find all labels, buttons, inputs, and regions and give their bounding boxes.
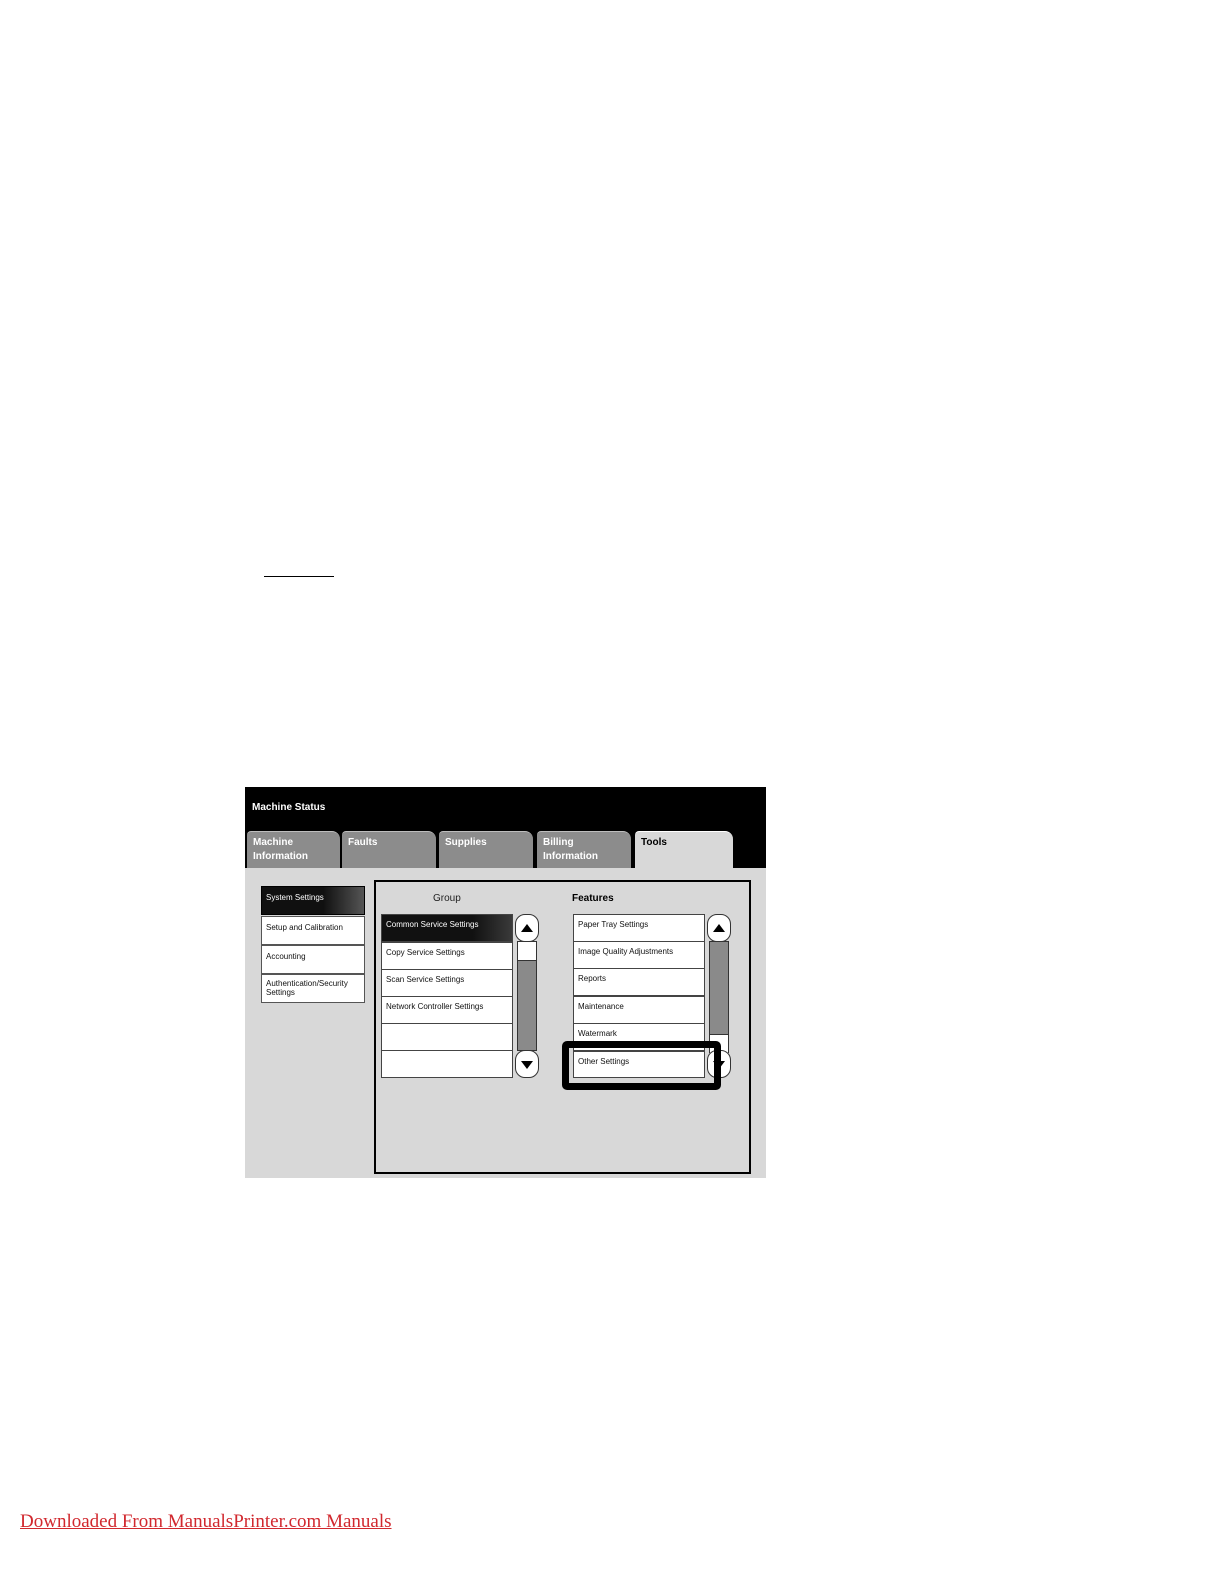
group-heading: Group — [433, 893, 461, 904]
feature-item-other-settings[interactable]: Other Settings — [573, 1051, 705, 1078]
screen-title: Machine Status — [252, 802, 326, 813]
tab-supplies[interactable]: Supplies — [439, 831, 533, 868]
tab-label: Information — [253, 851, 308, 862]
group-item-empty[interactable] — [381, 1050, 513, 1078]
features-scroll-down-button[interactable] — [707, 1050, 731, 1078]
feature-item-reports[interactable]: Reports — [573, 968, 705, 996]
item-label: Reports — [578, 974, 607, 983]
features-scrollbar[interactable] — [709, 941, 729, 1053]
item-label: Network Controller Settings — [386, 1002, 484, 1011]
arrow-up-icon — [713, 924, 725, 932]
arrow-down-icon — [713, 1061, 725, 1069]
menu-setup-and-calibration[interactable]: Setup and Calibration — [261, 916, 365, 945]
machine-status-screen: Machine Status Machine Information Fault… — [245, 787, 766, 1178]
menu-authentication-security-settings[interactable]: Authentication/Security Settings — [261, 974, 365, 1003]
feature-item-watermark[interactable]: Watermark — [573, 1023, 705, 1051]
arrow-down-icon — [521, 1061, 533, 1069]
features-scroll-up-button[interactable] — [707, 914, 731, 942]
item-label: Scan Service Settings — [386, 975, 465, 984]
tab-billing-information[interactable]: Billing Information — [537, 831, 631, 868]
tab-label: Information — [543, 851, 598, 862]
group-item-empty[interactable] — [381, 1023, 513, 1051]
group-item-copy-service-settings[interactable]: Copy Service Settings — [381, 942, 513, 970]
tab-label: Faults — [348, 837, 378, 848]
menu-label: Setup and Calibration — [266, 923, 343, 932]
group-item-scan-service-settings[interactable]: Scan Service Settings — [381, 969, 513, 997]
text-underline-mark — [264, 576, 334, 577]
tab-label: Machine — [253, 837, 294, 848]
group-scroll-up-button[interactable] — [515, 914, 539, 942]
group-scrollbar[interactable] — [517, 941, 537, 1051]
arrow-up-icon — [521, 924, 533, 932]
menu-label: Authentication/Security — [266, 979, 348, 988]
item-label: Maintenance — [578, 1002, 624, 1011]
features-heading: Features — [572, 893, 614, 904]
tab-label: Billing — [543, 837, 574, 848]
group-item-network-controller-settings[interactable]: Network Controller Settings — [381, 996, 513, 1024]
item-label: Image Quality Adjustments — [578, 947, 674, 956]
menu-accounting[interactable]: Accounting — [261, 945, 365, 974]
menu-label: Settings — [266, 988, 295, 997]
menu-label: Accounting — [266, 952, 306, 961]
item-label: Copy Service Settings — [386, 948, 465, 957]
tab-label: Supplies — [445, 837, 487, 848]
tools-panel: Group Features Common Service Settings C… — [374, 880, 751, 1174]
feature-item-image-quality-adjustments[interactable]: Image Quality Adjustments — [573, 941, 705, 969]
screen-header: Machine Status Machine Information Fault… — [245, 787, 766, 869]
item-label: Other Settings — [578, 1057, 630, 1066]
group-scroll-down-button[interactable] — [515, 1050, 539, 1078]
tab-tools[interactable]: Tools — [635, 831, 733, 869]
footer-download-link[interactable]: Downloaded From ManualsPrinter.com Manua… — [20, 1511, 392, 1533]
item-label: Common Service Settings — [386, 920, 479, 929]
item-label: Paper Tray Settings — [578, 920, 649, 929]
feature-item-maintenance[interactable]: Maintenance — [573, 996, 705, 1024]
group-item-common-service-settings[interactable]: Common Service Settings — [381, 914, 513, 942]
item-label: Watermark — [578, 1029, 617, 1038]
feature-item-paper-tray-settings[interactable]: Paper Tray Settings — [573, 914, 705, 942]
tab-label: Tools — [641, 837, 667, 848]
menu-system-settings[interactable]: System Settings — [261, 886, 365, 915]
group-scroll-thumb[interactable] — [518, 942, 536, 961]
tab-faults[interactable]: Faults — [342, 831, 436, 868]
tab-machine-information[interactable]: Machine Information — [247, 831, 340, 868]
menu-label: System Settings — [266, 893, 324, 902]
